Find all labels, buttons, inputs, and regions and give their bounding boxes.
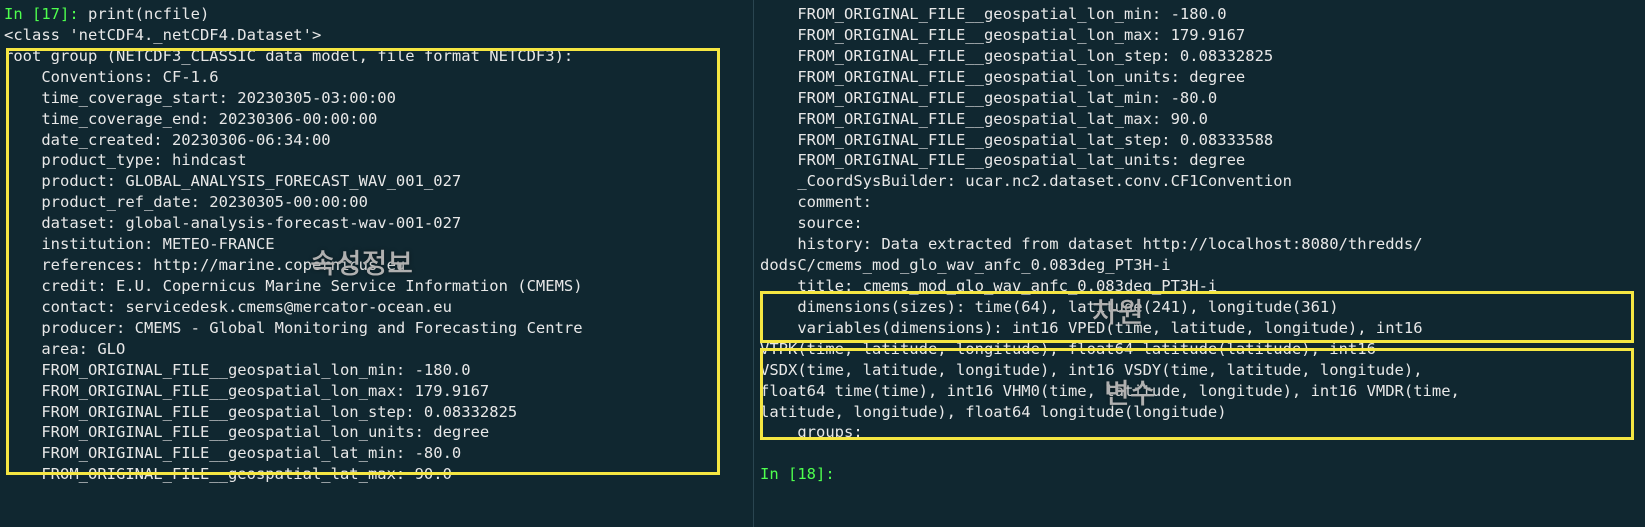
terminal-left-panel[interactable]: In [17]: print(ncfile) <class 'netCDF4._… [0,0,754,527]
output-line: FROM_ORIGINAL_FILE__geospatial_lat_units… [760,150,1637,171]
output-line: VTPK(time, latitude, longitude), float64… [760,339,1637,360]
in-bracket: [18] [788,465,825,483]
colon: : [69,5,88,23]
colon: : [825,465,844,483]
output-line: source: [760,213,1637,234]
output-line: variables(dimensions): int16 VPED(time, … [760,318,1637,339]
terminal-right-panel[interactable]: FROM_ORIGINAL_FILE__geospatial_lon_min: … [754,0,1645,527]
output-line: groups: [760,422,1637,443]
output-line: references: http://marine.copernicus.eu [4,255,745,276]
output-line: product: GLOBAL_ANALYSIS_FORECAST_WAV_00… [4,171,745,192]
output-line: product_ref_date: 20230305-00:00:00 [4,192,745,213]
output-line: FROM_ORIGINAL_FILE__geospatial_lat_step:… [760,130,1637,151]
output-line: FROM_ORIGINAL_FILE__geospatial_lat_max: … [4,464,745,485]
output-line: title: cmems_mod_glo_wav_anfc_0.083deg_P… [760,276,1637,297]
output-line: contact: servicedesk.cmems@mercator-ocea… [4,297,745,318]
output-line: institution: METEO-FRANCE [4,234,745,255]
output-line: product_type: hindcast [4,150,745,171]
output-line: time_coverage_start: 20230305-03:00:00 [4,88,745,109]
blank-line [760,443,1637,464]
output-line: VSDX(time, latitude, longitude), int16 V… [760,360,1637,381]
input-prompt-line-2[interactable]: In [18]: [760,464,1637,485]
output-line: FROM_ORIGINAL_FILE__geospatial_lat_min: … [4,443,745,464]
in-bracket: [17] [32,5,69,23]
output-line: FROM_ORIGINAL_FILE__geospatial_lon_min: … [4,360,745,381]
output-line: <class 'netCDF4._netCDF4.Dataset'> [4,25,745,46]
output-line: FROM_ORIGINAL_FILE__geospatial_lon_max: … [4,381,745,402]
output-line: history: Data extracted from dataset htt… [760,234,1637,255]
output-line: float64 time(time), int16 VHM0(time, lat… [760,381,1637,402]
output-line: dodsC/cmems_mod_glo_wav_anfc_0.083deg_PT… [760,255,1637,276]
output-line: date_created: 20230306-06:34:00 [4,130,745,151]
output-line: FROM_ORIGINAL_FILE__geospatial_lon_units… [4,422,745,443]
output-line: dimensions(sizes): time(64), latitude(24… [760,297,1637,318]
code-input: print(ncfile) [88,5,209,23]
output-line: FROM_ORIGINAL_FILE__geospatial_lat_min: … [760,88,1637,109]
output-line: _CoordSysBuilder: ucar.nc2.dataset.conv.… [760,171,1637,192]
input-prompt-line: In [17]: print(ncfile) [4,4,745,25]
output-line: Conventions: CF-1.6 [4,67,745,88]
output-line: FROM_ORIGINAL_FILE__geospatial_lon_step:… [760,46,1637,67]
in-label: In [760,465,788,483]
output-line: producer: CMEMS - Global Monitoring and … [4,318,745,339]
output-line: credit: E.U. Copernicus Marine Service I… [4,276,745,297]
output-line: FROM_ORIGINAL_FILE__geospatial_lon_max: … [760,25,1637,46]
output-line: FROM_ORIGINAL_FILE__geospatial_lon_units… [760,67,1637,88]
output-line: FROM_ORIGINAL_FILE__geospatial_lon_min: … [760,4,1637,25]
in-label: In [4,5,32,23]
output-line: FROM_ORIGINAL_FILE__geospatial_lat_max: … [760,109,1637,130]
output-line: comment: [760,192,1637,213]
output-line: latitude, longitude), float64 longitude(… [760,402,1637,423]
terminal-container: In [17]: print(ncfile) <class 'netCDF4._… [0,0,1645,527]
output-line: root group (NETCDF3_CLASSIC data model, … [4,46,745,67]
output-line: dataset: global-analysis-forecast-wav-00… [4,213,745,234]
output-line: FROM_ORIGINAL_FILE__geospatial_lon_step:… [4,402,745,423]
output-line: area: GLO [4,339,745,360]
output-line: time_coverage_end: 20230306-00:00:00 [4,109,745,130]
